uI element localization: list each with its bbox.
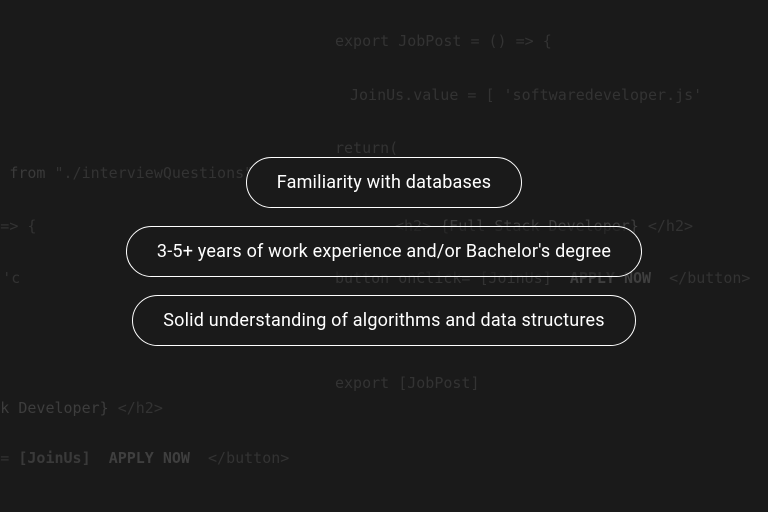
pill-experience: 3-5+ years of work experience and/or Bac… [126,226,642,277]
requirements-pills: Familiarity with databases 3-5+ years of… [0,0,768,512]
pill-algorithms: Solid understanding of algorithms and da… [132,295,636,346]
pill-databases: Familiarity with databases [246,157,523,208]
